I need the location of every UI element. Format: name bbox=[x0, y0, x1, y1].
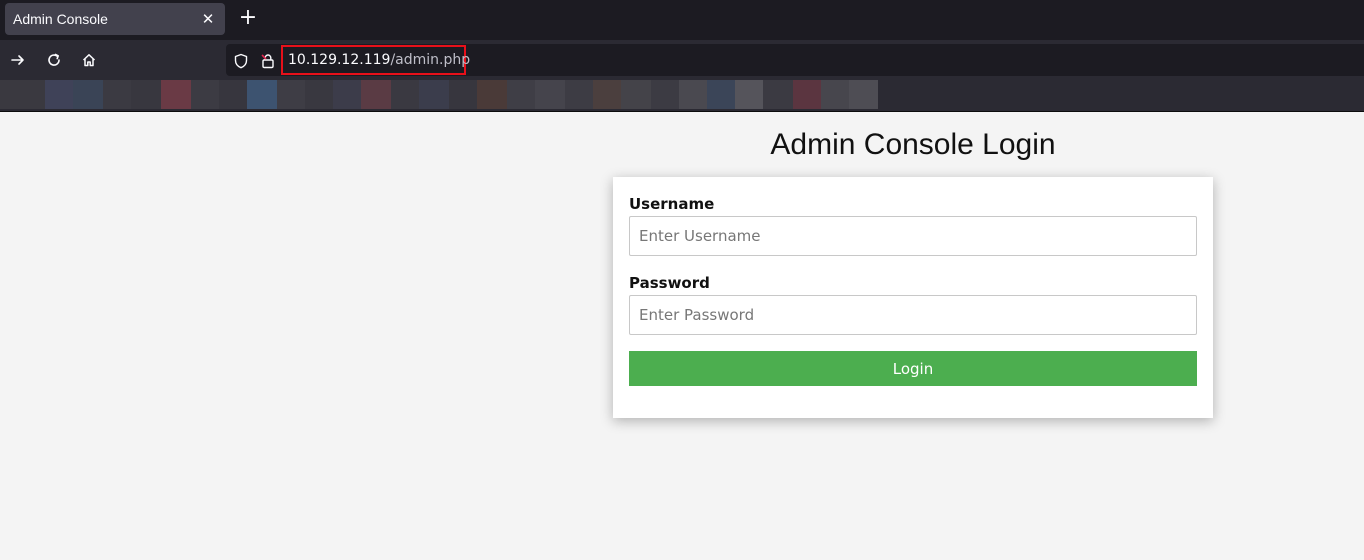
page-title: Admin Console Login bbox=[770, 128, 1056, 161]
blurred-bookmarks bbox=[0, 80, 915, 109]
url-path: /admin.php bbox=[390, 52, 471, 68]
tab-title: Admin Console bbox=[13, 11, 108, 27]
tab-close-icon[interactable]: ✕ bbox=[199, 10, 217, 28]
bookmarks-toolbar bbox=[0, 80, 1364, 111]
url-highlight-box[interactable]: 10.129.12.119/admin.php bbox=[281, 45, 470, 75]
username-label: Username bbox=[629, 195, 715, 213]
password-input[interactable] bbox=[629, 295, 1197, 335]
home-icon[interactable] bbox=[77, 48, 101, 72]
arrow-right-icon[interactable] bbox=[6, 48, 30, 72]
username-input[interactable] bbox=[629, 216, 1197, 256]
address-bar[interactable]: 10.129.12.119/admin.php bbox=[226, 44, 1364, 76]
insecure-lock-icon[interactable] bbox=[259, 52, 277, 70]
url-host: 10.129.12.119 bbox=[288, 52, 391, 68]
password-label: Password bbox=[629, 274, 710, 292]
tab-strip: Admin Console ✕ + bbox=[0, 0, 1364, 40]
new-tab-icon[interactable]: + bbox=[236, 7, 260, 31]
tab-admin-console[interactable]: Admin Console ✕ bbox=[5, 3, 225, 35]
shield-icon[interactable] bbox=[232, 52, 250, 70]
login-form: Username Password Login bbox=[613, 177, 1213, 418]
login-button[interactable]: Login bbox=[629, 351, 1197, 386]
page-body: Admin Console Login Username Password Lo… bbox=[0, 112, 1364, 560]
reload-icon[interactable] bbox=[42, 48, 66, 72]
